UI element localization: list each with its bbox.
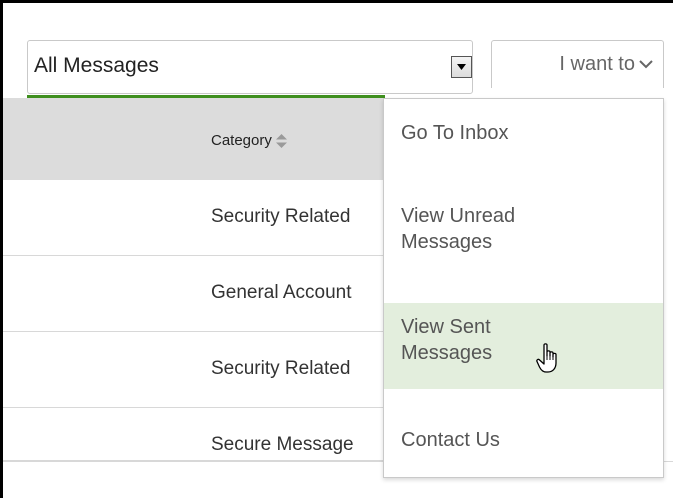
i-want-to-button[interactable]: I want to <box>491 40 664 88</box>
table-row[interactable]: Security Related <box>3 332 385 408</box>
table-header: Category <box>3 98 385 180</box>
menu-item-label: View Unread Messages <box>401 205 516 253</box>
menu-item-go-to-inbox[interactable]: Go To Inbox <box>384 120 663 146</box>
menu-item-contact-us[interactable]: Contact Us <box>384 427 663 453</box>
table-row[interactable]: General Account <box>3 256 385 332</box>
message-filter-select[interactable]: All Messages <box>27 40 473 94</box>
hand-pointer-cursor-icon <box>536 343 564 380</box>
i-want-to-menu: Go To Inbox View Unread Messages View Se… <box>383 98 664 478</box>
sort-icon[interactable] <box>275 133 287 148</box>
category-cell: Security Related <box>211 206 351 227</box>
category-column-header[interactable]: Category <box>211 132 287 149</box>
category-cell: Secure Message <box>211 434 354 455</box>
dropdown-arrow-icon[interactable] <box>451 56 472 78</box>
category-header-label: Category <box>211 132 272 149</box>
table-row[interactable]: Security Related <box>3 180 385 256</box>
category-cell: Security Related <box>211 358 351 379</box>
menu-item-label: Go To Inbox <box>401 122 509 144</box>
menu-item-label: Contact Us <box>401 429 500 451</box>
menu-item-view-unread[interactable]: View Unread Messages <box>384 203 584 255</box>
menu-item-view-sent[interactable]: View Sent Messages <box>384 303 663 389</box>
window-border-top <box>0 0 673 3</box>
filter-selected-value: All Messages <box>34 54 159 77</box>
chevron-down-icon <box>639 60 653 69</box>
category-cell: General Account <box>211 282 352 303</box>
i-want-to-label: I want to <box>559 53 635 75</box>
table-row[interactable]: Secure Message <box>3 408 385 461</box>
